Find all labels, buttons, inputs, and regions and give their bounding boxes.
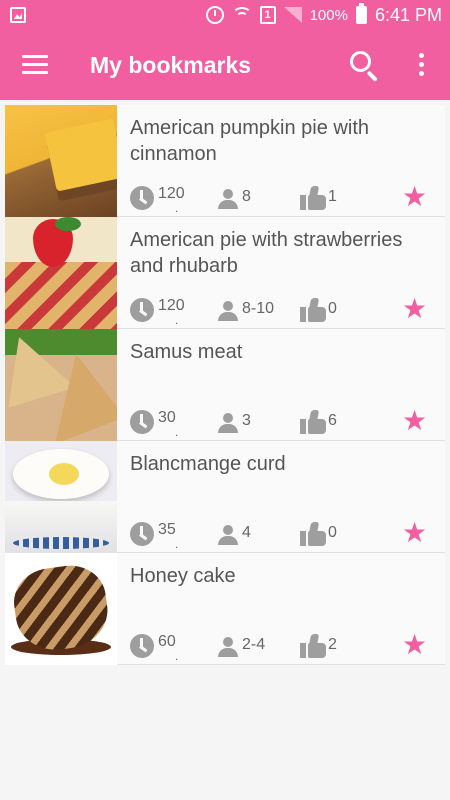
star-icon[interactable]: ★ [402, 183, 427, 211]
recipe-meta: 30 . 3 6 ★ [130, 407, 440, 439]
recipe-card[interactable]: American pumpkin pie with cinnamon 120 .… [5, 105, 445, 217]
bookmarks-list: American pumpkin pie with cinnamon 120 .… [5, 105, 445, 665]
app-bar: My bookmarks [0, 30, 450, 100]
recipe-time: 120 [158, 297, 185, 314]
gallery-notification-icon [10, 7, 26, 23]
recipe-meta: 35 . 4 0 ★ [130, 519, 440, 551]
recipe-meta: 120 . 8-10 0 ★ [130, 295, 440, 327]
thumb-up-icon [300, 410, 326, 434]
search-icon[interactable] [350, 51, 380, 82]
recipe-likes: 6 [328, 412, 337, 429]
clock-icon [130, 298, 154, 322]
page-title: My bookmarks [90, 52, 252, 78]
person-icon [218, 189, 238, 209]
recipe-likes: 0 [328, 300, 337, 317]
recipe-thumbnail [5, 441, 117, 553]
recipe-servings: 8 [242, 188, 251, 205]
clock-icon [130, 522, 154, 546]
thumb-up-icon [300, 186, 326, 210]
alarm-icon [205, 6, 224, 24]
status-icons: 1 100% 6:41 PM [205, 0, 442, 30]
recipe-servings: 4 [242, 524, 251, 541]
person-icon [218, 301, 238, 321]
clock-icon [130, 186, 154, 210]
recipe-card[interactable]: Blancmange curd 35 . 4 0 ★ [5, 441, 445, 553]
menu-icon[interactable] [22, 55, 48, 75]
signal-icon [283, 7, 302, 23]
battery-percent: 100% [309, 6, 348, 24]
battery-icon [355, 3, 367, 24]
star-icon[interactable]: ★ [402, 407, 427, 435]
time-dot: . [175, 313, 179, 327]
thumb-up-icon [300, 298, 326, 322]
thumb-up-icon [300, 634, 326, 658]
recipe-time: 60 [158, 633, 176, 650]
wifi-icon [231, 7, 252, 23]
recipe-title: American pie with strawberries and rhuba… [130, 229, 403, 277]
star-icon[interactable]: ★ [402, 295, 427, 323]
clock-icon [130, 410, 154, 434]
recipe-title: Honey cake [130, 565, 236, 587]
recipe-time: 120 [158, 185, 185, 202]
recipe-meta: 60 . 2-4 2 ★ [130, 631, 440, 663]
recipe-likes: 2 [328, 636, 337, 653]
recipe-thumbnail [5, 217, 117, 329]
recipe-thumbnail [5, 105, 117, 217]
time-dot: . [175, 201, 179, 215]
recipe-title: Blancmange curd [130, 453, 286, 475]
time-dot: . [175, 537, 179, 551]
recipe-servings: 3 [242, 412, 251, 429]
recipe-time: 30 [158, 409, 176, 426]
clock-icon [130, 634, 154, 658]
time-dot: . [175, 649, 179, 663]
person-icon [218, 413, 238, 433]
sim-indicator: 1 [259, 6, 276, 24]
recipe-card[interactable]: Samus meat 30 . 3 6 ★ [5, 329, 445, 441]
person-icon [218, 525, 238, 545]
recipe-thumbnail [5, 329, 117, 441]
recipe-likes: 1 [328, 188, 337, 205]
recipe-meta: 120 . 8 1 ★ [130, 183, 440, 215]
more-vert-icon[interactable] [417, 53, 427, 77]
person-icon [218, 637, 238, 657]
recipe-card[interactable]: American pie with strawberries and rhuba… [5, 217, 445, 329]
recipe-servings: 8-10 [242, 300, 275, 317]
recipe-title: American pumpkin pie with cinnamon [130, 117, 369, 165]
recipe-title: Samus meat [130, 341, 243, 363]
recipe-likes: 0 [328, 524, 337, 541]
recipe-thumbnail [5, 553, 117, 665]
time-dot: . [175, 425, 179, 439]
star-icon[interactable]: ★ [402, 631, 427, 659]
recipe-card[interactable]: Honey cake 60 . 2-4 2 ★ [5, 553, 445, 665]
status-bar: 1 100% 6:41 PM [0, 0, 450, 30]
recipe-servings: 2-4 [242, 636, 266, 653]
clock-time: 6:41 PM [374, 4, 442, 25]
star-icon[interactable]: ★ [402, 519, 427, 547]
thumb-up-icon [300, 522, 326, 546]
recipe-time: 35 [158, 521, 176, 538]
